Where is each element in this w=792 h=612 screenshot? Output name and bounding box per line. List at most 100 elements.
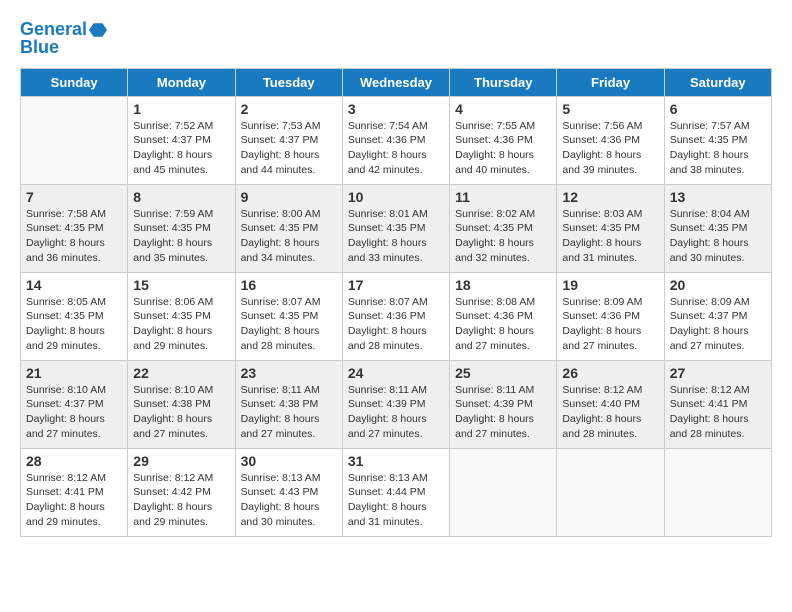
calendar-cell: 9 Sunrise: 8:00 AM Sunset: 4:35 PM Daylig… [235,184,342,272]
day-number: 23 [241,365,337,381]
logo-text-blue: Blue [20,38,59,58]
day-info: Sunrise: 7:55 AM Sunset: 4:36 PM Dayligh… [455,119,551,178]
day-info: Sunrise: 7:56 AM Sunset: 4:36 PM Dayligh… [562,119,658,178]
calendar-cell: 5 Sunrise: 7:56 AM Sunset: 4:36 PM Daylig… [557,96,664,184]
calendar-cell: 30 Sunrise: 8:13 AM Sunset: 4:43 PM Dayli… [235,448,342,536]
day-number: 21 [26,365,122,381]
day-number: 12 [562,189,658,205]
day-info: Sunrise: 8:12 AM Sunset: 4:42 PM Dayligh… [133,471,229,530]
day-number: 25 [455,365,551,381]
day-info: Sunrise: 8:04 AM Sunset: 4:35 PM Dayligh… [670,207,766,266]
day-info: Sunrise: 8:12 AM Sunset: 4:41 PM Dayligh… [670,383,766,442]
weekday-header-row: SundayMondayTuesdayWednesdayThursdayFrid… [21,68,772,96]
day-info: Sunrise: 8:11 AM Sunset: 4:39 PM Dayligh… [455,383,551,442]
calendar-cell: 13 Sunrise: 8:04 AM Sunset: 4:35 PM Dayli… [664,184,771,272]
day-number: 4 [455,101,551,117]
weekday-header-sunday: Sunday [21,68,128,96]
calendar-cell: 15Sunrise: 8:06 AM Sunset: 4:35 PM Dayli… [128,272,235,360]
weekday-header-thursday: Thursday [450,68,557,96]
day-info: Sunrise: 8:07 AM Sunset: 4:36 PM Dayligh… [348,295,444,354]
calendar-cell: 2Sunrise: 7:53 AM Sunset: 4:37 PM Daylig… [235,96,342,184]
calendar-cell: 3 Sunrise: 7:54 AM Sunset: 4:36 PM Daylig… [342,96,449,184]
day-info: Sunrise: 8:05 AM Sunset: 4:35 PM Dayligh… [26,295,122,354]
day-number: 8 [133,189,229,205]
calendar-cell [450,448,557,536]
day-number: 31 [348,453,444,469]
calendar-cell: 14 Sunrise: 8:05 AM Sunset: 4:35 PM Dayli… [21,272,128,360]
day-info: Sunrise: 7:54 AM Sunset: 4:36 PM Dayligh… [348,119,444,178]
day-info: Sunrise: 8:10 AM Sunset: 4:38 PM Dayligh… [133,383,229,442]
weekday-header-friday: Friday [557,68,664,96]
day-number: 1 [133,101,229,117]
day-info: Sunrise: 7:58 AM Sunset: 4:35 PM Dayligh… [26,207,122,266]
day-info: Sunrise: 7:59 AM Sunset: 4:35 PM Dayligh… [133,207,229,266]
calendar-cell: 31 Sunrise: 8:13 AM Sunset: 4:44 PM Dayli… [342,448,449,536]
day-info: Sunrise: 8:12 AM Sunset: 4:40 PM Dayligh… [562,383,658,442]
day-info: Sunrise: 8:02 AM Sunset: 4:35 PM Dayligh… [455,207,551,266]
logo: General Blue [20,20,107,58]
calendar-table: SundayMondayTuesdayWednesdayThursdayFrid… [20,68,772,537]
day-number: 11 [455,189,551,205]
calendar-week-row-4: 21 Sunrise: 8:10 AM Sunset: 4:37 PM Dayli… [21,360,772,448]
day-info: Sunrise: 8:08 AM Sunset: 4:36 PM Dayligh… [455,295,551,354]
calendar-cell: 23 Sunrise: 8:11 AM Sunset: 4:38 PM Dayli… [235,360,342,448]
calendar-cell: 25 Sunrise: 8:11 AM Sunset: 4:39 PM Dayli… [450,360,557,448]
calendar-cell: 7 Sunrise: 7:58 AM Sunset: 4:35 PM Daylig… [21,184,128,272]
day-info: Sunrise: 7:57 AM Sunset: 4:35 PM Dayligh… [670,119,766,178]
day-number: 14 [26,277,122,293]
day-number: 22 [133,365,229,381]
calendar-cell: 24Sunrise: 8:11 AM Sunset: 4:39 PM Dayli… [342,360,449,448]
weekday-header-saturday: Saturday [664,68,771,96]
day-info: Sunrise: 8:10 AM Sunset: 4:37 PM Dayligh… [26,383,122,442]
calendar-week-row-5: 28 Sunrise: 8:12 AM Sunset: 4:41 PM Dayli… [21,448,772,536]
calendar-week-row-3: 14 Sunrise: 8:05 AM Sunset: 4:35 PM Dayli… [21,272,772,360]
header: General Blue [20,20,772,58]
calendar-cell: 12Sunrise: 8:03 AM Sunset: 4:35 PM Dayli… [557,184,664,272]
day-number: 9 [241,189,337,205]
calendar-cell [664,448,771,536]
calendar-cell: 19Sunrise: 8:09 AM Sunset: 4:36 PM Dayli… [557,272,664,360]
day-info: Sunrise: 8:13 AM Sunset: 4:43 PM Dayligh… [241,471,337,530]
day-number: 30 [241,453,337,469]
calendar-cell: 22 Sunrise: 8:10 AM Sunset: 4:38 PM Dayli… [128,360,235,448]
day-number: 26 [562,365,658,381]
day-info: Sunrise: 8:09 AM Sunset: 4:36 PM Dayligh… [562,295,658,354]
day-number: 3 [348,101,444,117]
day-number: 7 [26,189,122,205]
calendar-cell: 18Sunrise: 8:08 AM Sunset: 4:36 PM Dayli… [450,272,557,360]
calendar-cell: 17Sunrise: 8:07 AM Sunset: 4:36 PM Dayli… [342,272,449,360]
calendar-cell: 20Sunrise: 8:09 AM Sunset: 4:37 PM Dayli… [664,272,771,360]
calendar-cell: 1Sunrise: 7:52 AM Sunset: 4:37 PM Daylig… [128,96,235,184]
calendar-cell: 28 Sunrise: 8:12 AM Sunset: 4:41 PM Dayli… [21,448,128,536]
day-info: Sunrise: 8:12 AM Sunset: 4:41 PM Dayligh… [26,471,122,530]
calendar-cell: 26 Sunrise: 8:12 AM Sunset: 4:40 PM Dayli… [557,360,664,448]
page-container: General Blue SundayMondayTuesdayWednesda… [20,20,772,537]
day-number: 5 [562,101,658,117]
day-info: Sunrise: 8:00 AM Sunset: 4:35 PM Dayligh… [241,207,337,266]
calendar-cell: 8 Sunrise: 7:59 AM Sunset: 4:35 PM Daylig… [128,184,235,272]
calendar-cell: 6Sunrise: 7:57 AM Sunset: 4:35 PM Daylig… [664,96,771,184]
day-number: 13 [670,189,766,205]
day-info: Sunrise: 8:06 AM Sunset: 4:35 PM Dayligh… [133,295,229,354]
weekday-header-tuesday: Tuesday [235,68,342,96]
calendar-cell: 10 Sunrise: 8:01 AM Sunset: 4:35 PM Dayli… [342,184,449,272]
calendar-cell [21,96,128,184]
day-info: Sunrise: 7:53 AM Sunset: 4:37 PM Dayligh… [241,119,337,178]
day-info: Sunrise: 8:13 AM Sunset: 4:44 PM Dayligh… [348,471,444,530]
calendar-cell: 29Sunrise: 8:12 AM Sunset: 4:42 PM Dayli… [128,448,235,536]
day-number: 16 [241,277,337,293]
day-number: 27 [670,365,766,381]
day-info: Sunrise: 8:11 AM Sunset: 4:38 PM Dayligh… [241,383,337,442]
day-number: 24 [348,365,444,381]
calendar-week-row-1: 1Sunrise: 7:52 AM Sunset: 4:37 PM Daylig… [21,96,772,184]
day-info: Sunrise: 8:09 AM Sunset: 4:37 PM Dayligh… [670,295,766,354]
calendar-cell: 16Sunrise: 8:07 AM Sunset: 4:35 PM Dayli… [235,272,342,360]
day-number: 28 [26,453,122,469]
calendar-cell: 4 Sunrise: 7:55 AM Sunset: 4:36 PM Daylig… [450,96,557,184]
calendar-week-row-2: 7 Sunrise: 7:58 AM Sunset: 4:35 PM Daylig… [21,184,772,272]
weekday-header-wednesday: Wednesday [342,68,449,96]
calendar-cell: 11 Sunrise: 8:02 AM Sunset: 4:35 PM Dayli… [450,184,557,272]
logo-icon [89,21,107,39]
day-info: Sunrise: 8:01 AM Sunset: 4:35 PM Dayligh… [348,207,444,266]
day-number: 10 [348,189,444,205]
